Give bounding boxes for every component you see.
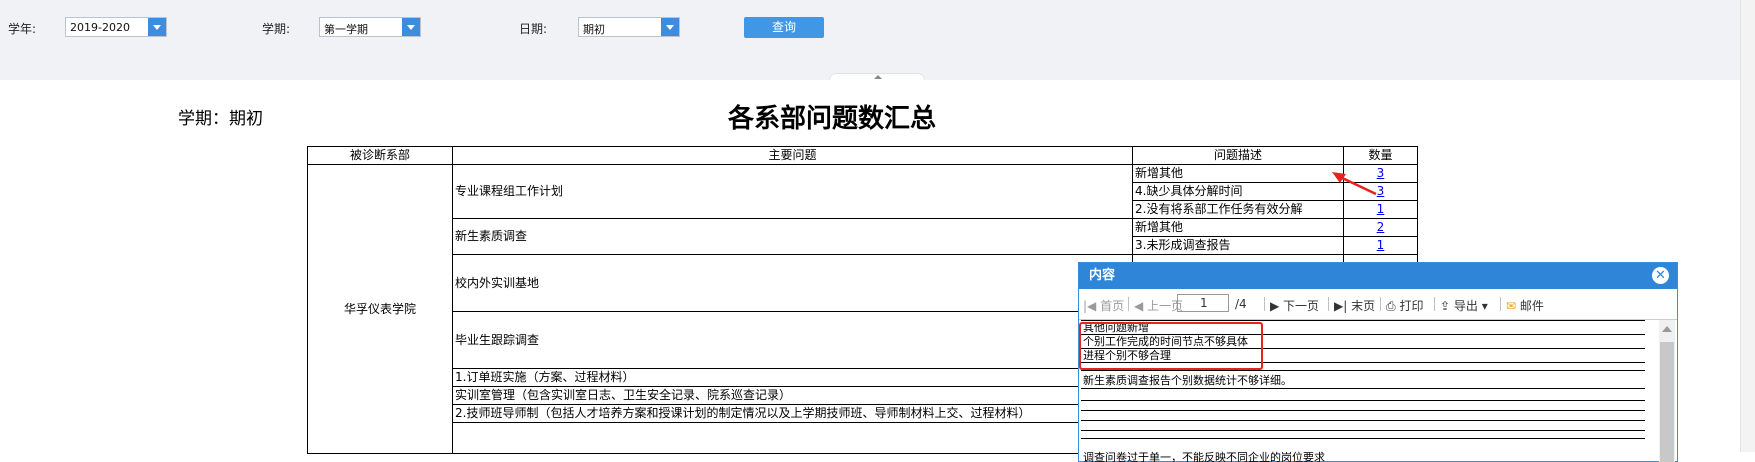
report-toolbar: |◀ 首页 ◀ 上一页 1 /4 ▶ 下一页 ▶| 末页 ⎙ 打印 ⇪ 导出 ▾… [1079, 289, 1677, 320]
year-value: 2019-2020 [70, 21, 130, 34]
collapse-toggle[interactable] [829, 73, 925, 80]
count-link[interactable]: 1 [1377, 238, 1385, 252]
description-cell: 3.未形成调查报告 [1132, 236, 1344, 255]
content-dialog: 内容 ✕ |◀ 首页 ◀ 上一页 1 /4 ▶ 下一页 ▶| 末页 ⎙ 打印 ⇪… [1078, 262, 1678, 462]
export-button[interactable]: ⇪ 导出 ▾ [1440, 297, 1488, 314]
next-page-button[interactable]: ▶ 下一页 [1270, 297, 1319, 314]
year-label: 学年: [8, 22, 37, 36]
semester-label: 学期: [262, 22, 291, 36]
chevron-down-icon[interactable] [402, 18, 420, 36]
chevron-down-icon[interactable] [661, 18, 679, 36]
semester-value: 第一学期 [324, 23, 368, 36]
chevron-down-icon[interactable] [148, 18, 166, 36]
description-cell: 4.缺少具体分解时间 [1132, 182, 1344, 201]
dialog-title: 内容 [1089, 268, 1116, 283]
semester-select[interactable]: 第一学期 [319, 17, 421, 37]
dialog-scrollbar[interactable] [1659, 320, 1675, 462]
description-cell: 2.没有将系部工作任务有效分解 [1132, 200, 1344, 219]
mail-icon: ✉ [1506, 299, 1517, 313]
department-cell: 华孚仪表学院 [307, 164, 453, 454]
date-value: 期初 [583, 23, 605, 36]
header-description: 问题描述 [1132, 146, 1344, 165]
date-select[interactable]: 期初 [578, 17, 680, 37]
print-button[interactable]: ⎙ 打印 [1386, 297, 1423, 314]
issue-cell: 毕业生跟踪调查 [452, 311, 1133, 369]
close-icon[interactable]: ✕ [1652, 267, 1669, 284]
annotation-arrow-icon [1332, 172, 1377, 196]
last-page-button[interactable]: ▶| 末页 [1334, 297, 1375, 314]
report-content: 其他问题新增 个别工作完成的时间节点不够具体 进程个别不够合理 新生素质调查报告… [1079, 320, 1677, 462]
query-button[interactable]: 查询 [744, 17, 824, 38]
issue-cell: 实训室管理（包含实训室日志、卫生安全记录、院系巡查记录） [452, 386, 1133, 405]
prev-page-button[interactable]: ◀ 上一页 [1134, 297, 1183, 314]
table-row: 华孚仪表学院 专业课程组工作计划 新增其他 3 [307, 164, 1418, 454]
issue-cell: 新生素质调查 [452, 218, 1133, 255]
term-label: 学期：期初 [178, 109, 263, 129]
header-department: 被诊断系部 [307, 146, 453, 165]
page-number-input[interactable]: 1 [1177, 294, 1229, 312]
count-link[interactable]: 2 [1377, 220, 1385, 234]
date-label: 日期: [519, 22, 548, 36]
issue-cell: 2.技师班导师制（包括人才培养方案和授课计划的制定情况以及上学期技师班、导师制材… [452, 404, 1133, 423]
content-line: 新生素质调查报告个别数据统计不够详细。 [1083, 374, 1292, 387]
issue-cell: 专业课程组工作计划 [452, 164, 1133, 219]
description-cell: 新增其他 [1132, 218, 1344, 237]
scrollbar-thumb[interactable] [1660, 342, 1674, 462]
highlight-box [1079, 322, 1263, 370]
issue-cell: 1.订单班实施（方案、过程材料） [452, 368, 1133, 387]
header-count: 数量 [1343, 146, 1418, 165]
table-row: 新生素质调查 新增其他 2 [308, 218, 1418, 255]
print-icon: ⎙ [1386, 299, 1396, 313]
first-page-button[interactable]: |◀ 首页 [1083, 297, 1124, 314]
filter-bar: 学年: 2019-2020 学期: 第一学期 日期: 期初 查询 [0, 0, 1755, 80]
content-line: 调查问卷过于单一，不能反映不同企业的岗位要求 [1083, 451, 1325, 462]
issue-cell: 校内外实训基地 [452, 254, 1133, 312]
header-issue: 主要问题 [452, 146, 1133, 165]
dialog-header: 内容 ✕ [1079, 263, 1677, 289]
count-link[interactable]: 1 [1377, 202, 1385, 216]
export-icon: ⇪ [1440, 299, 1451, 313]
page-title: 各系部问题数汇总 [728, 104, 937, 134]
page-scrollbar[interactable] [1740, 0, 1755, 452]
mail-button[interactable]: ✉ 邮件 [1506, 297, 1544, 314]
page-total: /4 [1235, 297, 1247, 311]
scroll-up-icon[interactable] [1662, 326, 1672, 332]
description-cell: 新增其他 [1132, 164, 1344, 183]
year-select[interactable]: 2019-2020 [65, 17, 167, 37]
table-header-row: 被诊断系部 主要问题 问题描述 数量 [307, 146, 1418, 165]
